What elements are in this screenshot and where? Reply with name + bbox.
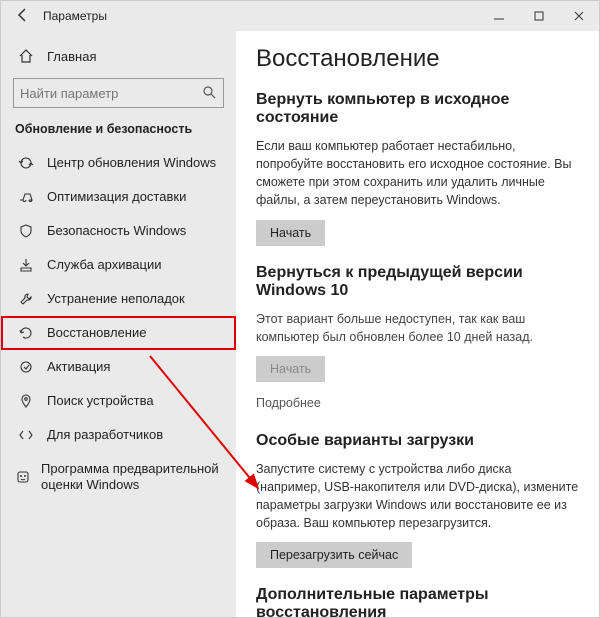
settings-window: Параметры Главная xyxy=(0,0,600,618)
goback-button: Начать xyxy=(256,356,325,382)
sidebar-item-insider-program[interactable]: Программа предварительной оценки Windows xyxy=(1,452,236,501)
reset-pc-button[interactable]: Начать xyxy=(256,220,325,246)
minimize-button[interactable] xyxy=(479,1,519,31)
sidebar-home[interactable]: Главная xyxy=(1,41,236,74)
sidebar-item-label: Устранение неполадок xyxy=(37,291,185,307)
restart-now-button[interactable]: Перезагрузить сейчас xyxy=(256,542,412,568)
search-icon xyxy=(201,84,217,103)
sidebar-item-backup[interactable]: Служба архивации xyxy=(1,248,236,282)
goback-desc: Этот вариант больше недоступен, так как … xyxy=(256,310,579,346)
window-title: Параметры xyxy=(37,9,479,23)
search-box[interactable] xyxy=(13,78,224,108)
advanced-startup-title: Особые варианты загрузки xyxy=(256,432,579,450)
delivery-icon xyxy=(15,189,37,205)
shield-icon xyxy=(15,223,37,239)
arrow-left-icon xyxy=(15,7,31,23)
sidebar-item-recovery[interactable]: Восстановление xyxy=(1,316,236,350)
sidebar-item-activation[interactable]: Активация xyxy=(1,350,236,384)
search-input[interactable] xyxy=(20,86,201,101)
minimize-icon xyxy=(491,8,507,24)
sidebar-item-label: Для разработчиков xyxy=(37,427,163,443)
sidebar-item-label: Активация xyxy=(37,359,110,375)
sidebar-item-label: Восстановление xyxy=(37,325,146,341)
sidebar-item-label: Программа предварительной оценки Windows xyxy=(31,461,222,492)
close-button[interactable] xyxy=(559,1,599,31)
goback-learn-more-link[interactable]: Подробнее xyxy=(256,396,321,410)
close-icon xyxy=(571,8,587,24)
sidebar-item-delivery-optimization[interactable]: Оптимизация доставки xyxy=(1,180,236,214)
sidebar-item-windows-update[interactable]: Центр обновления Windows xyxy=(1,146,236,180)
sidebar-item-find-device[interactable]: Поиск устройства xyxy=(1,384,236,418)
reset-pc-title: Вернуть компьютер в исходное состояние xyxy=(256,91,579,127)
content-panel: Восстановление Вернуть компьютер в исход… xyxy=(236,31,599,617)
recovery-icon xyxy=(15,325,37,341)
activation-icon xyxy=(15,359,37,375)
reset-pc-desc: Если ваш компьютер работает нестабильно,… xyxy=(256,137,579,210)
sidebar: Главная Обновление и безопасность Центр … xyxy=(1,31,236,617)
sidebar-item-troubleshoot[interactable]: Устранение неполадок xyxy=(1,282,236,316)
maximize-button[interactable] xyxy=(519,1,559,31)
location-icon xyxy=(15,393,37,409)
sidebar-item-windows-security[interactable]: Безопасность Windows xyxy=(1,214,236,248)
back-button[interactable] xyxy=(9,7,37,26)
sidebar-home-label: Главная xyxy=(37,49,96,64)
sidebar-item-label: Поиск устройства xyxy=(37,393,154,409)
home-icon xyxy=(15,48,37,64)
maximize-icon xyxy=(531,8,547,24)
more-recovery-title: Дополнительные параметры восстановления xyxy=(256,586,579,617)
sidebar-item-for-developers[interactable]: Для разработчиков xyxy=(1,418,236,452)
sidebar-item-label: Оптимизация доставки xyxy=(37,189,186,205)
titlebar: Параметры xyxy=(1,1,599,31)
goback-title: Вернуться к предыдущей версии Windows 10 xyxy=(256,264,579,300)
sidebar-section-title: Обновление и безопасность xyxy=(1,120,236,146)
advanced-startup-desc: Запустите систему с устройства либо диск… xyxy=(256,460,579,533)
window-controls xyxy=(479,1,599,31)
code-icon xyxy=(15,427,37,443)
sidebar-item-label: Безопасность Windows xyxy=(37,223,186,239)
sync-icon xyxy=(15,155,37,171)
sidebar-item-label: Центр обновления Windows xyxy=(37,155,216,171)
body: Главная Обновление и безопасность Центр … xyxy=(1,31,599,617)
insider-icon xyxy=(15,469,31,485)
backup-icon xyxy=(15,257,37,273)
page-title: Восстановление xyxy=(256,45,579,73)
sidebar-item-label: Служба архивации xyxy=(37,257,162,273)
wrench-icon xyxy=(15,291,37,307)
